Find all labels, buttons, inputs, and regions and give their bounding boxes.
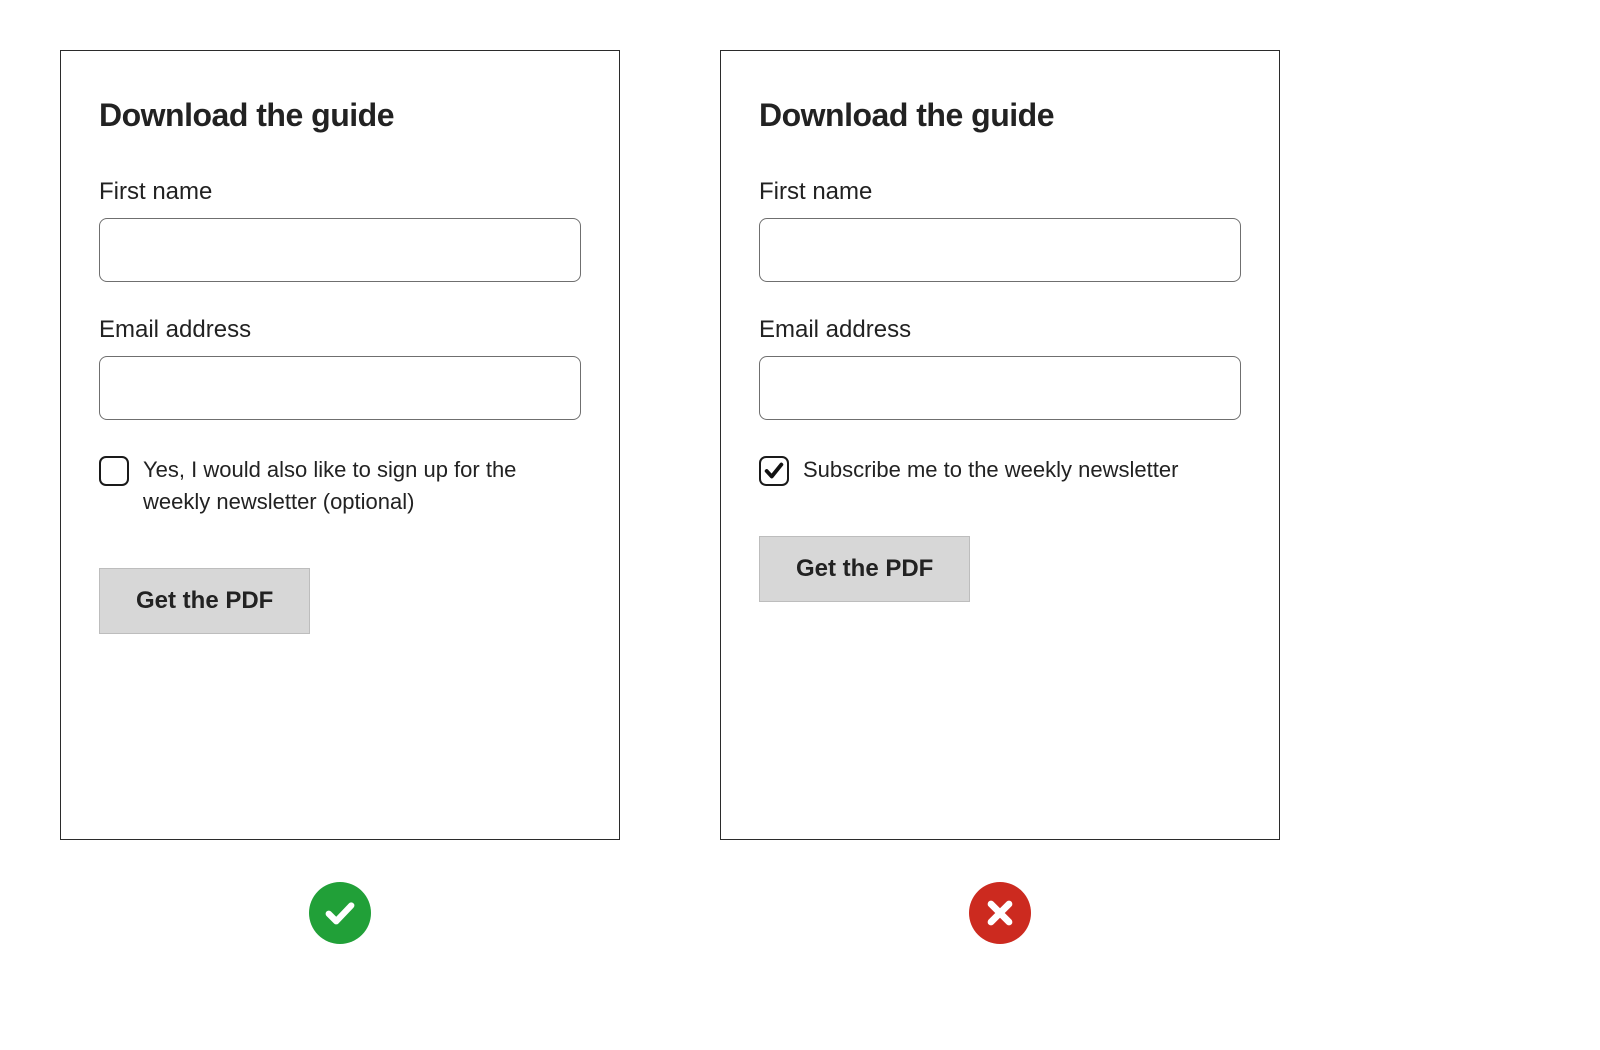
form-title: Download the guide <box>759 97 1241 134</box>
field-first-name: First name <box>99 178 581 282</box>
first-name-label: First name <box>759 178 1241 206</box>
example-bad: Download the guide First name Email addr… <box>720 50 1280 944</box>
first-name-label: First name <box>99 178 581 206</box>
check-circle-icon <box>322 895 358 931</box>
form-title: Download the guide <box>99 97 581 134</box>
field-email: Email address <box>99 316 581 420</box>
first-name-input[interactable] <box>99 218 581 282</box>
verdict-good-icon <box>309 882 371 944</box>
email-label: Email address <box>99 316 581 344</box>
form-card-good: Download the guide First name Email addr… <box>60 50 620 840</box>
newsletter-checkbox[interactable] <box>99 456 129 486</box>
submit-button[interactable]: Get the PDF <box>759 536 970 602</box>
newsletter-opt-in-row: Yes, I would also like to sign up for th… <box>99 454 581 518</box>
first-name-input[interactable] <box>759 218 1241 282</box>
newsletter-opt-in-row: Subscribe me to the weekly newsletter <box>759 454 1241 486</box>
email-label: Email address <box>759 316 1241 344</box>
checkmark-icon <box>763 460 785 482</box>
form-card-bad: Download the guide First name Email addr… <box>720 50 1280 840</box>
submit-button[interactable]: Get the PDF <box>99 568 310 634</box>
email-input[interactable] <box>99 356 581 420</box>
newsletter-checkbox[interactable] <box>759 456 789 486</box>
example-good: Download the guide First name Email addr… <box>60 50 620 944</box>
newsletter-checkbox-label: Yes, I would also like to sign up for th… <box>143 454 581 518</box>
newsletter-checkbox-label: Subscribe me to the weekly newsletter <box>803 454 1178 486</box>
email-input[interactable] <box>759 356 1241 420</box>
field-first-name: First name <box>759 178 1241 282</box>
verdict-bad-icon <box>969 882 1031 944</box>
field-email: Email address <box>759 316 1241 420</box>
cross-circle-icon <box>982 895 1018 931</box>
